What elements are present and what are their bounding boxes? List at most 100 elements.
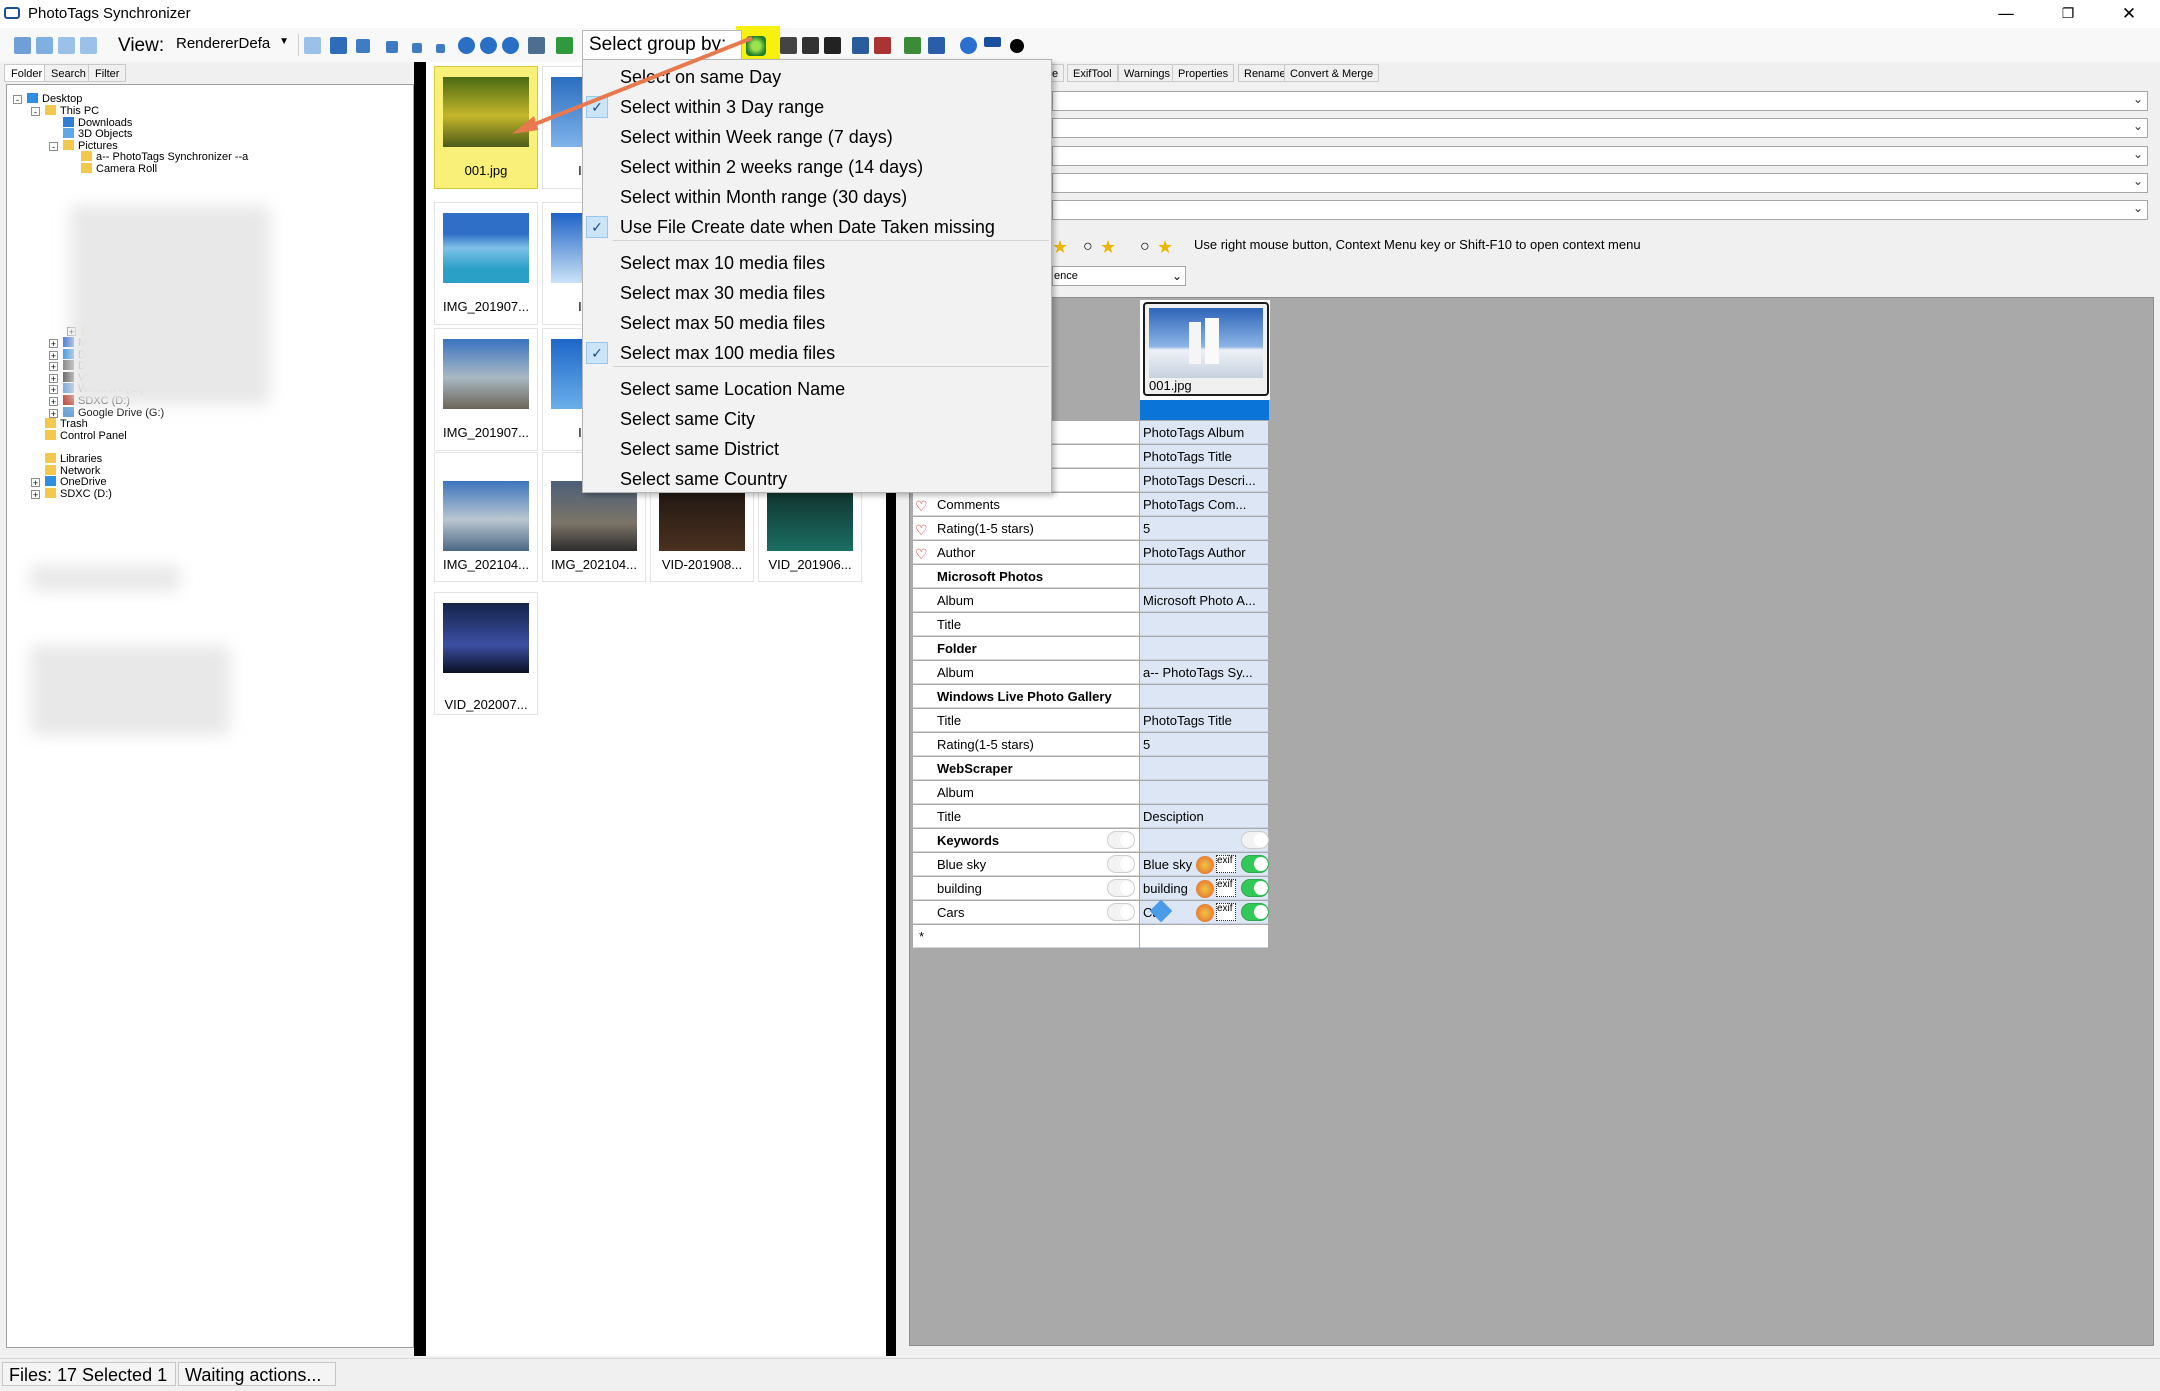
menu-item[interactable]: Select same Location Name	[583, 374, 1051, 404]
heart-icon[interactable]: ♡	[915, 496, 928, 519]
grid-row[interactable]: Microsoft Photos	[913, 565, 1269, 588]
comments-combo[interactable]: ⌄	[1052, 173, 2148, 193]
keyword-toggle[interactable]	[1107, 831, 1135, 849]
tab-folder[interactable]: Folder	[4, 64, 50, 82]
rotate-left-icon[interactable]	[458, 37, 475, 54]
expand-icon[interactable]: +	[31, 490, 40, 500]
grid-dark-3-icon[interactable]	[824, 37, 841, 54]
collapse-icon[interactable]: -	[31, 107, 40, 117]
grid-thumbnail[interactable]: 001.jpg	[1143, 302, 1269, 396]
tree-item[interactable]: Trash	[45, 418, 88, 430]
grid-row[interactable]: ♡ Comments PhotoTags Com...	[913, 493, 1269, 516]
grid-value-cell[interactable]: PhotoTags Title	[1140, 709, 1268, 732]
grid-value-cell[interactable]	[1140, 757, 1268, 780]
tab-right[interactable]: Convert & Merge	[1284, 64, 1380, 82]
image-small-icon[interactable]	[386, 41, 398, 53]
thumbnail-size-icon[interactable]	[304, 37, 321, 54]
tree-item[interactable]: OneDrive	[45, 476, 106, 488]
close-button[interactable]: ✕	[2098, 0, 2160, 28]
menu-item[interactable]: Select same City	[583, 404, 1051, 434]
expand-icon[interactable]: +	[49, 339, 58, 349]
tab-right[interactable]: Properties	[1172, 64, 1235, 82]
grid-row[interactable]: building building exif	[913, 877, 1269, 900]
save-icon[interactable]	[928, 37, 945, 54]
grid-row[interactable]: Title	[913, 613, 1269, 636]
layout-icon[interactable]	[14, 37, 31, 54]
tree-item[interactable]: Control Panel	[45, 430, 127, 442]
layout-list-icon[interactable]	[36, 37, 53, 54]
tab-right[interactable]: Warnings	[1118, 64, 1177, 82]
heart-icon[interactable]: ♡	[915, 544, 928, 567]
menu-item[interactable]: Select max 30 media files	[583, 278, 1051, 308]
keyword-toggle-file[interactable]	[1241, 879, 1269, 897]
rating-radio[interactable]: ○	[1140, 238, 1150, 256]
tree-item[interactable]: Camera Roll	[81, 163, 157, 175]
grid-value-cell[interactable]	[1140, 685, 1268, 708]
grid-value-cell[interactable]: PhotoTags Title	[1140, 445, 1268, 468]
menu-item[interactable]: Select same Country	[583, 464, 1051, 494]
grid-row[interactable]: WebScraper	[913, 757, 1269, 780]
restore-button[interactable]: ❐	[2037, 0, 2099, 28]
keyword-toggle-file[interactable]	[1241, 855, 1269, 873]
expand-icon[interactable]: +	[49, 397, 58, 407]
grid-row[interactable]: CarsCaexif	[913, 901, 1269, 924]
heart-icon[interactable]: ♡	[915, 520, 928, 543]
tree-item[interactable]: Desktop	[27, 93, 82, 105]
grid-row[interactable]: Rating(1-5 stars) 5	[913, 733, 1269, 756]
grid-value-cell[interactable]	[1140, 565, 1268, 588]
expand-icon[interactable]: +	[31, 478, 40, 488]
keyword-toggle[interactable]	[1107, 855, 1135, 873]
gear-icon[interactable]	[960, 37, 977, 54]
grid-row[interactable]: Album Microsoft Photo A...	[913, 589, 1269, 612]
grid-value-cell[interactable]: PhotoTags Author	[1140, 541, 1268, 564]
keyword-toggle[interactable]	[1107, 879, 1135, 897]
image-smallest-icon[interactable]	[436, 44, 445, 53]
splitter[interactable]	[414, 62, 426, 1356]
grid-dark-2-icon[interactable]	[802, 37, 819, 54]
grid-value-cell[interactable]: Microsoft Photo A...	[1140, 589, 1268, 612]
collapse-icon[interactable]: -	[49, 142, 58, 152]
grid-row[interactable]: ♡ Rating(1-5 stars) 5	[913, 517, 1269, 540]
expand-icon[interactable]: +	[49, 409, 58, 419]
grid-value-cell[interactable]	[1140, 925, 1268, 948]
rating-radio[interactable]: ○	[1083, 238, 1093, 256]
tab-right[interactable]: ExifTool	[1067, 64, 1118, 82]
tree-item[interactable]: a-- PhotoTags Synchronizer --a	[81, 151, 248, 163]
image-smaller-icon[interactable]	[412, 43, 422, 53]
rotate-icon[interactable]	[480, 37, 497, 54]
grid-value-cell[interactable]	[1140, 781, 1268, 804]
expand-icon[interactable]: +	[49, 385, 58, 395]
grid-dark-icon[interactable]	[780, 37, 797, 54]
grid-row[interactable]: Folder	[913, 637, 1269, 660]
menu-item[interactable]: ✓ Select max 100 media files	[583, 338, 1051, 368]
tree-item[interactable]: SDXC (D:)	[45, 488, 112, 500]
thumbnail[interactable]: IMG_201907...	[434, 202, 538, 325]
minimize-button[interactable]: —	[1975, 0, 2037, 28]
filter-icon[interactable]	[984, 37, 1001, 47]
grid-value-cell[interactable]: Desciption	[1140, 805, 1268, 828]
keyword-toggle-file[interactable]	[1241, 831, 1269, 849]
grid-value-cell[interactable]: PhotoTags Com...	[1140, 493, 1268, 516]
view-select[interactable]: RendererDefa ▼	[168, 35, 292, 57]
layout-split-icon[interactable]	[80, 37, 97, 54]
tree-item[interactable]: Libraries	[45, 453, 102, 465]
star-icon[interactable]: ★	[1052, 237, 1068, 258]
layout-columns-icon[interactable]	[58, 37, 75, 54]
panel-right-icon[interactable]	[874, 37, 891, 54]
grid-row[interactable]: Windows Live Photo Gallery	[913, 685, 1269, 708]
menu-item[interactable]: Select max 10 media files	[583, 248, 1051, 278]
grid-row[interactable]: Blue sky Blue sky exif	[913, 853, 1269, 876]
menu-item[interactable]: ✓ Use File Create date when Date Taken mi…	[583, 212, 1051, 242]
grid-row[interactable]: Title PhotoTags Title	[913, 709, 1269, 732]
expand-icon[interactable]: +	[49, 362, 58, 372]
grid-row[interactable]: Album a-- PhotoTags Sy...	[913, 661, 1269, 684]
keyword-toggle[interactable]	[1107, 903, 1135, 921]
thumbnail[interactable]: IMG_202104...	[434, 452, 538, 582]
grid-value-cell[interactable]: a-- PhotoTags Sy...	[1140, 661, 1268, 684]
grid-value-cell[interactable]: PhotoTags Album	[1140, 421, 1268, 444]
grid-value-cell[interactable]: 5	[1140, 517, 1268, 540]
grid-value-cell[interactable]	[1140, 637, 1268, 660]
tree-item[interactable]: This PC	[45, 105, 99, 117]
album-combo[interactable]: ⌄	[1052, 91, 2148, 111]
thumbnail[interactable]: IMG_201907...	[434, 328, 538, 451]
